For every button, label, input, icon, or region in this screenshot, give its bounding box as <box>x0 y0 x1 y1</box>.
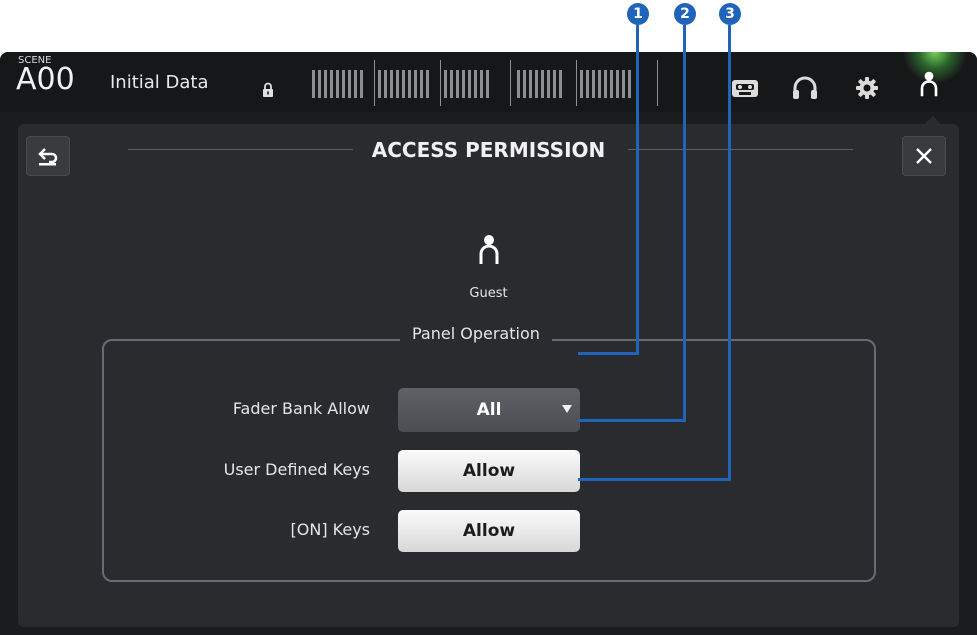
callout-2-line-horizontal <box>578 419 686 422</box>
meter-segment <box>318 70 321 98</box>
callout-3: 3 <box>719 3 741 25</box>
fader-bank-allow-dropdown[interactable]: All <box>398 388 580 432</box>
meter-segment <box>616 70 619 98</box>
on-keys-button[interactable]: Allow <box>398 510 580 552</box>
meter-divider <box>374 60 375 106</box>
callout-1: 1 <box>627 3 649 25</box>
meter-segment <box>592 70 595 98</box>
meter-segment <box>535 70 538 98</box>
meter-segment <box>360 70 363 98</box>
meter-segment <box>523 70 526 98</box>
meter-segment <box>474 70 477 98</box>
user-defined-keys-label: User Defined Keys <box>223 460 370 479</box>
meter-segment <box>384 70 387 98</box>
lock-icon[interactable] <box>262 82 274 98</box>
close-icon <box>916 148 932 164</box>
meter-segment <box>517 70 520 98</box>
meter-segment <box>604 70 607 98</box>
user-defined-keys-button[interactable]: Allow <box>398 450 580 492</box>
on-keys-value: Allow <box>462 521 516 541</box>
meter-segment <box>553 70 556 98</box>
meter-segment <box>378 70 381 98</box>
meter-segment <box>324 70 327 98</box>
meter-divider <box>510 60 511 106</box>
top-bar: SCENE A00 Initial Data <box>0 52 977 112</box>
meter-segment <box>450 70 453 98</box>
level-meters[interactable] <box>312 60 658 108</box>
meter-segment <box>348 70 351 98</box>
scene-title[interactable]: Initial Data <box>110 72 209 93</box>
back-button[interactable] <box>26 136 70 176</box>
user-defined-keys-value: Allow <box>462 461 516 481</box>
meter-segment <box>414 70 417 98</box>
dropdown-arrow-icon <box>562 405 572 413</box>
meter-segment <box>610 70 613 98</box>
callout-2-line-vertical <box>683 25 686 422</box>
meter-segment <box>354 70 357 98</box>
meter-segment <box>622 70 625 98</box>
meter-segment <box>547 70 550 98</box>
meter-segment <box>559 70 562 98</box>
meter-segment <box>342 70 345 98</box>
meter-segment <box>580 70 583 98</box>
scene-number[interactable]: A00 <box>16 62 75 97</box>
fader-bank-allow-value: All <box>476 400 502 420</box>
device-screen: SCENE A00 Initial Data ACCESS PERMISSION… <box>0 52 977 635</box>
page-title: ACCESS PERMISSION <box>371 138 606 162</box>
meter-segment <box>402 70 405 98</box>
access-permission-panel: ACCESS PERMISSION Guest Panel Operation … <box>18 124 959 627</box>
callout-2: 2 <box>674 3 696 25</box>
user-icon[interactable] <box>914 70 944 98</box>
meter-segment <box>330 70 333 98</box>
callout-3-line-vertical <box>728 25 731 481</box>
headphones-icon[interactable] <box>790 74 820 102</box>
fader-bank-allow-label: Fader Bank Allow <box>232 399 370 418</box>
meter-segment <box>468 70 471 98</box>
meter-segment <box>586 70 589 98</box>
user-icon <box>479 235 498 264</box>
meter-segment <box>396 70 399 98</box>
meter-segment <box>541 70 544 98</box>
gear-icon[interactable] <box>852 74 882 102</box>
group-title: Panel Operation <box>400 324 552 343</box>
meter-segment <box>420 70 423 98</box>
meter-segment <box>462 70 465 98</box>
title-row: ACCESS PERMISSION <box>18 124 959 182</box>
meter-segment <box>456 70 459 98</box>
meter-divider <box>657 60 658 106</box>
meter-segment <box>444 70 447 98</box>
meter-segment <box>336 70 339 98</box>
meter-segment <box>312 70 315 98</box>
user-avatar <box>18 234 959 271</box>
meter-divider <box>440 60 441 106</box>
recorder-icon[interactable] <box>730 74 760 102</box>
callout-1-line-horizontal <box>578 352 639 355</box>
return-icon <box>38 148 58 166</box>
meter-segment <box>598 70 601 98</box>
meter-segment <box>408 70 411 98</box>
close-button[interactable] <box>902 136 946 176</box>
meter-segment <box>628 70 631 98</box>
user-name: Guest <box>469 286 508 301</box>
meter-divider <box>576 60 577 106</box>
callout-3-line-horizontal <box>578 478 731 481</box>
meter-segment <box>480 70 483 98</box>
meter-segment <box>486 70 489 98</box>
callout-1-line-vertical <box>636 25 639 355</box>
meter-segment <box>390 70 393 98</box>
meter-segment <box>426 70 429 98</box>
on-keys-label: [ON] Keys <box>290 520 370 539</box>
meter-segment <box>529 70 532 98</box>
